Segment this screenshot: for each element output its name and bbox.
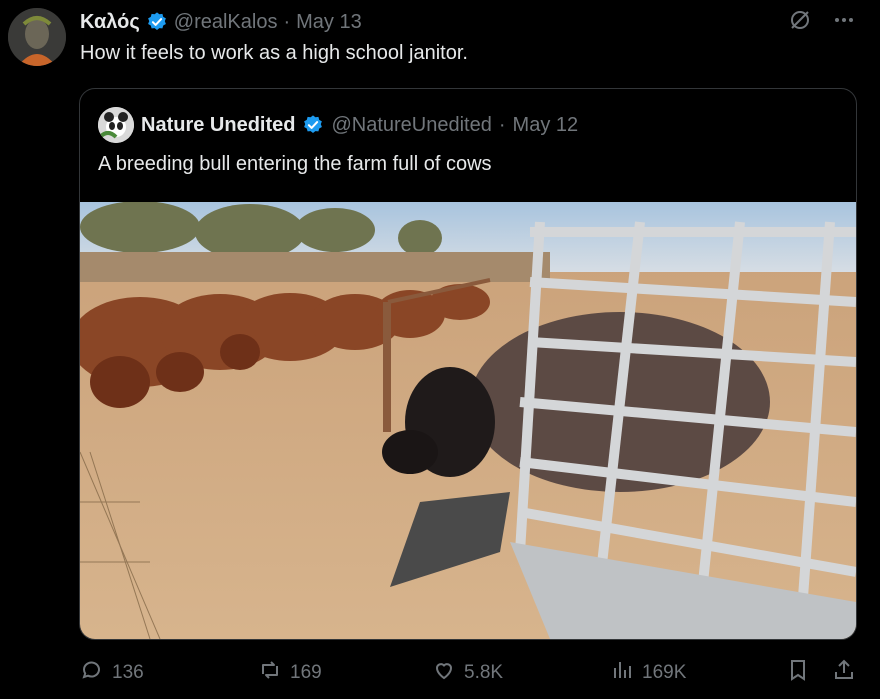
like-count: 5.8K — [464, 662, 504, 683]
bookmark-button[interactable] — [786, 658, 810, 688]
tweet-text: How it feels to work as a high school ja… — [80, 42, 468, 64]
separator-dot: · — [283, 10, 291, 33]
author-avatar[interactable] — [8, 8, 66, 66]
reply-button[interactable]: 136 — [80, 658, 144, 688]
share-icon — [832, 658, 856, 688]
repost-count: 169 — [290, 662, 322, 683]
grok-icon[interactable] — [788, 8, 812, 37]
more-icon[interactable] — [832, 8, 856, 37]
quoted-avatar[interactable] — [98, 107, 134, 143]
tweet-date[interactable]: May 13 — [296, 11, 362, 34]
like-icon — [432, 658, 456, 688]
action-bar: 136 169 5.8K 169K — [80, 655, 856, 691]
quoted-author-handle[interactable]: @NatureUnedited — [331, 114, 491, 137]
quoted-date[interactable]: May 12 — [513, 114, 579, 137]
author-handle[interactable]: @realKalos — [174, 11, 278, 34]
bookmark-icon — [786, 658, 810, 688]
quoted-tweet[interactable]: Nature Unedited @NatureUnedited · May 12… — [79, 88, 857, 640]
share-button[interactable] — [832, 658, 856, 688]
video-media[interactable] — [80, 202, 856, 639]
views-button[interactable]: 169K — [610, 658, 686, 688]
verified-badge-icon — [146, 11, 168, 33]
views-count: 169K — [642, 662, 687, 683]
quoted-author-name[interactable]: Nature Unedited — [141, 114, 295, 137]
quoted-header: Nature Unedited @NatureUnedited · May 12 — [98, 107, 578, 143]
like-button[interactable]: 5.8K — [432, 658, 503, 688]
reply-icon — [80, 658, 104, 688]
tweet-header: Καλός @realKalos · May 13 — [80, 8, 362, 36]
verified-badge-icon — [302, 114, 324, 136]
separator-dot: · — [498, 113, 506, 136]
reply-count: 136 — [112, 662, 144, 683]
author-name[interactable]: Καλός — [80, 11, 140, 34]
quoted-text: A breeding bull entering the farm full o… — [98, 153, 492, 175]
repost-icon — [258, 658, 282, 688]
repost-button[interactable]: 169 — [258, 658, 322, 688]
views-icon — [610, 658, 634, 688]
